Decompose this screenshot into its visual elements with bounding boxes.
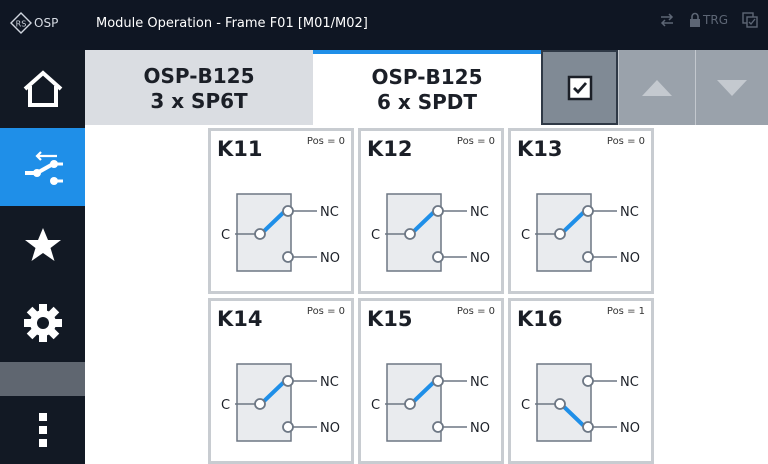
tab-subtitle: 3 x SP6T [150, 88, 248, 113]
switch-icon [24, 151, 63, 185]
nc-label: NC [620, 375, 639, 390]
sidebar-item-more[interactable] [0, 396, 85, 464]
no-terminal [432, 421, 444, 433]
no-label: NO [320, 421, 340, 436]
scroll-up-button[interactable] [618, 50, 695, 125]
checkbox-icon [567, 75, 592, 100]
no-terminal [282, 251, 294, 263]
switch-diagram: C NC NO [371, 363, 490, 442]
common-terminal [554, 398, 566, 410]
common-label: C [521, 398, 530, 413]
sidebar-divider [0, 362, 85, 396]
app-label: OSP [34, 16, 59, 30]
trg-label: TRG [703, 13, 728, 27]
select-all-button[interactable] [541, 50, 618, 125]
more-vertical-icon [38, 413, 47, 447]
swap-arrows-icon[interactable] [659, 13, 675, 27]
title-bar: RS OSP Module Operation - Frame F01 [M01… [0, 0, 768, 50]
common-label: C [221, 398, 230, 413]
common-terminal [554, 228, 566, 240]
no-terminal [582, 421, 594, 433]
tab-osp-b125-sp6t[interactable]: OSP-B125 3 x SP6T [85, 50, 313, 125]
common-label: C [521, 228, 530, 243]
switch-diagram: C NC NO [221, 193, 340, 272]
switch-diagram: C NC NO [221, 363, 340, 442]
switch-panel[interactable]: K16 Pos = 1 C NC NO [508, 298, 654, 464]
window-title: Module Operation - Frame F01 [M01/M02] [96, 16, 368, 31]
nc-terminal [282, 375, 294, 387]
switch-diagram: C NC NO [371, 193, 490, 272]
switch-panel[interactable]: K13 Pos = 0 C NC NO [508, 128, 654, 294]
tab-osp-b125-spdt[interactable]: OSP-B125 6 x SPDT [313, 50, 541, 125]
tab-title: OSP-B125 [371, 64, 483, 89]
lock-icon[interactable] [689, 12, 701, 28]
no-label: NO [620, 421, 640, 436]
no-terminal [432, 251, 444, 263]
sidebar [0, 50, 85, 464]
no-label: NO [320, 251, 340, 266]
common-terminal [404, 228, 416, 240]
window-check-icon[interactable] [742, 12, 758, 28]
nc-label: NC [320, 205, 339, 220]
scroll-down-button[interactable] [695, 50, 768, 125]
nc-terminal [282, 205, 294, 217]
common-terminal [254, 228, 266, 240]
nc-label: NC [470, 205, 489, 220]
star-icon [24, 228, 61, 261]
no-label: NO [620, 251, 640, 266]
no-label: NO [470, 421, 490, 436]
no-label: NO [470, 251, 490, 266]
common-label: C [371, 398, 380, 413]
common-terminal [404, 398, 416, 410]
arrow-up-icon [642, 79, 672, 96]
tab-title: OSP-B125 [143, 63, 255, 88]
tab-subtitle: 6 x SPDT [376, 89, 478, 114]
sidebar-item-module-operation[interactable] [0, 128, 85, 206]
switch-panel[interactable]: K12 Pos = 0 C NC NO [358, 128, 504, 294]
rs-logo-icon: RS [10, 12, 32, 34]
svg-text:RS: RS [16, 20, 27, 29]
common-terminal [254, 398, 266, 410]
nc-label: NC [470, 375, 489, 390]
sidebar-item-home[interactable] [0, 50, 85, 128]
sidebar-item-settings[interactable] [0, 284, 85, 362]
switch-panel[interactable]: K15 Pos = 0 C NC NO [358, 298, 504, 464]
arrow-down-icon [717, 79, 747, 96]
common-label: C [371, 228, 380, 243]
nc-label: NC [320, 375, 339, 390]
gear-icon [23, 304, 62, 342]
module-tabs: OSP-B125 3 x SP6T OSP-B125 6 x SPDT [85, 50, 768, 125]
nc-terminal [582, 375, 594, 387]
sidebar-item-favorites[interactable] [0, 206, 85, 284]
nc-label: NC [620, 205, 639, 220]
nc-terminal [582, 205, 594, 217]
no-terminal [282, 421, 294, 433]
switch-panel[interactable]: K14 Pos = 0 C NC NO [208, 298, 354, 464]
switch-diagram: C NC NO [521, 193, 640, 272]
switch-diagram: C NC NO [521, 363, 640, 442]
switch-panel[interactable]: K11 Pos = 0 C NC NO [208, 128, 354, 294]
no-terminal [582, 251, 594, 263]
nc-terminal [432, 205, 444, 217]
nc-terminal [432, 375, 444, 387]
home-icon [23, 70, 62, 107]
common-label: C [221, 228, 230, 243]
